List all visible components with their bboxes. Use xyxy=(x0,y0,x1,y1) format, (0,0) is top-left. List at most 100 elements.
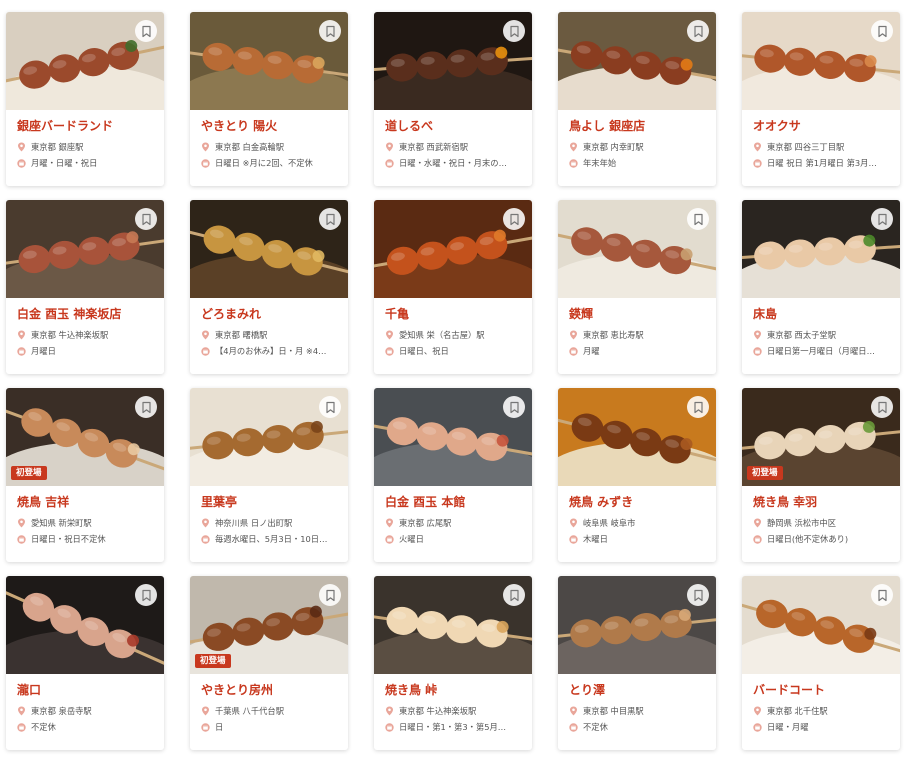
restaurant-name[interactable]: やきとり房州 xyxy=(201,683,348,698)
restaurant-card[interactable]: 焼鳥 みずき 岐阜県 岐阜市 木曜日 xyxy=(558,388,716,562)
restaurant-photo[interactable] xyxy=(190,12,348,110)
closed-day-icon xyxy=(385,346,394,356)
bookmark-button[interactable] xyxy=(503,396,525,418)
bookmark-button[interactable] xyxy=(135,396,157,418)
closed-days-text: 日曜・水曜・祝日・月末の… xyxy=(399,157,507,168)
bookmark-button[interactable] xyxy=(319,396,341,418)
bookmark-button[interactable] xyxy=(687,208,709,230)
restaurant-photo[interactable] xyxy=(374,576,532,674)
restaurant-name[interactable]: 白金 酉玉 神楽坂店 xyxy=(17,307,164,322)
bookmark-button[interactable] xyxy=(871,584,893,606)
restaurant-name[interactable]: 白金 酉玉 本館 xyxy=(385,495,532,510)
bookmark-button[interactable] xyxy=(503,584,525,606)
restaurant-photo[interactable] xyxy=(742,576,900,674)
location-text: 東京都 曙橋駅 xyxy=(215,329,268,340)
restaurant-name[interactable]: オオクサ xyxy=(753,119,900,134)
restaurant-name[interactable]: 焼き鳥 峠 xyxy=(385,683,532,698)
restaurant-photo[interactable] xyxy=(6,200,164,298)
closed-days-text: 日 xyxy=(215,721,224,732)
restaurant-card[interactable]: 瀧口 東京都 泉岳寺駅 不定休 xyxy=(6,576,164,750)
location-pin-icon xyxy=(385,330,394,340)
restaurant-name[interactable]: 鍈輝 xyxy=(569,307,716,322)
bookmark-button[interactable] xyxy=(871,20,893,42)
restaurant-name[interactable]: 瀧口 xyxy=(17,683,164,698)
restaurant-card[interactable]: 焼き鳥 峠東京都 牛込神楽坂駅 日曜日・第1・第3・第5月… xyxy=(374,576,532,750)
restaurant-closed-days: 木曜日 xyxy=(569,531,716,547)
restaurant-card[interactable]: 千亀 愛知県 栄（名古屋）駅 日曜日、祝日 xyxy=(374,200,532,374)
restaurant-photo[interactable] xyxy=(558,200,716,298)
closed-day-icon xyxy=(385,534,394,544)
restaurant-card[interactable]: やきとり 陽火東京都 白金高輪駅日曜日 ※月に2回、不定休 xyxy=(190,12,348,186)
closed-days-text: 日曜日 ※月に2回、不定休 xyxy=(215,157,313,168)
restaurant-card[interactable]: 白金 酉玉 神楽坂店 東京都 牛込神楽坂駅 月曜日 xyxy=(6,200,164,374)
restaurant-name[interactable]: 里葉亭 xyxy=(201,495,348,510)
location-pin-icon xyxy=(201,518,210,528)
restaurant-card[interactable]: 初登場 やきとり房州 千葉県 八千代台駅日 xyxy=(190,576,348,750)
restaurant-name[interactable]: やきとり 陽火 xyxy=(201,119,348,134)
closed-day-icon xyxy=(753,158,762,168)
location-text: 東京都 牛込神楽坂駅 xyxy=(399,705,477,716)
restaurant-photo[interactable] xyxy=(374,12,532,110)
restaurant-photo[interactable] xyxy=(190,200,348,298)
bookmark-button[interactable] xyxy=(135,584,157,606)
bookmark-button[interactable] xyxy=(871,208,893,230)
bookmark-button[interactable] xyxy=(319,208,341,230)
bookmark-button[interactable] xyxy=(319,20,341,42)
restaurant-name[interactable]: 焼鳥 吉祥 xyxy=(17,495,164,510)
restaurant-photo[interactable]: 初登場 xyxy=(190,576,348,674)
restaurant-card[interactable]: 鳥よし 銀座店 東京都 内幸町駅 年末年始 xyxy=(558,12,716,186)
restaurant-photo[interactable] xyxy=(742,200,900,298)
restaurant-card[interactable]: 道しるべ 東京都 西武新宿駅 日曜・水曜・祝日・月末の… xyxy=(374,12,532,186)
bookmark-button[interactable] xyxy=(687,396,709,418)
restaurant-name[interactable]: 焼き鳥 幸羽 xyxy=(753,495,900,510)
restaurant-name[interactable]: 鳥よし 銀座店 xyxy=(569,119,716,134)
restaurant-card[interactable]: 床島 東京都 西太子堂駅 日曜日第一月曜日（月曜日… xyxy=(742,200,900,374)
restaurant-card[interactable]: どろまみれ 東京都 曙橋駅 【4月のお休み】日・月 ※4… xyxy=(190,200,348,374)
restaurant-card[interactable]: 白金 酉玉 本館 東京都 広尾駅 火曜日 xyxy=(374,388,532,562)
restaurant-name[interactable]: 銀座バードランド xyxy=(17,119,164,134)
restaurant-name[interactable]: とり澤 xyxy=(569,683,716,698)
restaurant-name[interactable]: 床島 xyxy=(753,307,900,322)
restaurant-card[interactable]: とり澤 東京都 中目黒駅 不定休 xyxy=(558,576,716,750)
restaurant-photo[interactable] xyxy=(558,388,716,486)
restaurant-name[interactable]: 道しるべ xyxy=(385,119,532,134)
bookmark-button[interactable] xyxy=(503,20,525,42)
bookmark-button[interactable] xyxy=(319,584,341,606)
bookmark-button[interactable] xyxy=(135,208,157,230)
location-text: 東京都 白金高輪駅 xyxy=(215,141,285,152)
restaurant-card[interactable]: バードコート 東京都 北千住駅 日曜・月曜 xyxy=(742,576,900,750)
restaurant-photo[interactable] xyxy=(558,12,716,110)
bookmark-button[interactable] xyxy=(135,20,157,42)
restaurant-name[interactable]: バードコート xyxy=(753,683,900,698)
restaurant-card[interactable]: 鍈輝 東京都 恵比寿駅 月曜 xyxy=(558,200,716,374)
location-pin-icon xyxy=(569,706,578,716)
restaurant-photo[interactable] xyxy=(6,12,164,110)
restaurant-photo[interactable] xyxy=(374,388,532,486)
restaurant-location: 東京都 牛込神楽坂駅 xyxy=(17,327,164,343)
restaurant-photo[interactable] xyxy=(374,200,532,298)
restaurant-card[interactable]: 初登場 焼鳥 吉祥 愛知県 新栄町駅 日曜日・祝日不定休 xyxy=(6,388,164,562)
bookmark-button[interactable] xyxy=(687,20,709,42)
restaurant-card[interactable]: 銀座バードランド 東京都 銀座駅 月曜・日曜・祝日 xyxy=(6,12,164,186)
closed-day-icon xyxy=(569,534,578,544)
restaurant-name[interactable]: 千亀 xyxy=(385,307,532,322)
location-pin-icon xyxy=(753,330,762,340)
restaurant-photo[interactable]: 初登場 xyxy=(742,388,900,486)
restaurant-name[interactable]: 焼鳥 みずき xyxy=(569,495,716,510)
bookmark-button[interactable] xyxy=(503,208,525,230)
restaurant-closed-days: 日曜 祝日 第1月曜日 第3月… xyxy=(753,155,900,171)
restaurant-card[interactable]: 初登場 焼き鳥 幸羽 静岡県 浜松市中区 日曜日(他不定休あり) xyxy=(742,388,900,562)
restaurant-card[interactable]: 里葉亭 神奈川県 日ノ出町駅 毎週水曜日、5月3日・10日… xyxy=(190,388,348,562)
restaurant-photo[interactable]: 初登場 xyxy=(6,388,164,486)
restaurant-photo[interactable] xyxy=(6,576,164,674)
restaurant-card[interactable]: オオクサ 東京都 四谷三丁目駅 日曜 祝日 第1月曜日 第3月… xyxy=(742,12,900,186)
restaurant-photo[interactable] xyxy=(190,388,348,486)
location-pin-icon xyxy=(385,518,394,528)
restaurant-photo[interactable] xyxy=(558,576,716,674)
restaurant-closed-days: 年末年始 xyxy=(569,155,716,171)
bookmark-icon xyxy=(325,213,336,226)
bookmark-button[interactable] xyxy=(871,396,893,418)
restaurant-name[interactable]: どろまみれ xyxy=(201,307,348,322)
restaurant-photo[interactable] xyxy=(742,12,900,110)
bookmark-button[interactable] xyxy=(687,584,709,606)
